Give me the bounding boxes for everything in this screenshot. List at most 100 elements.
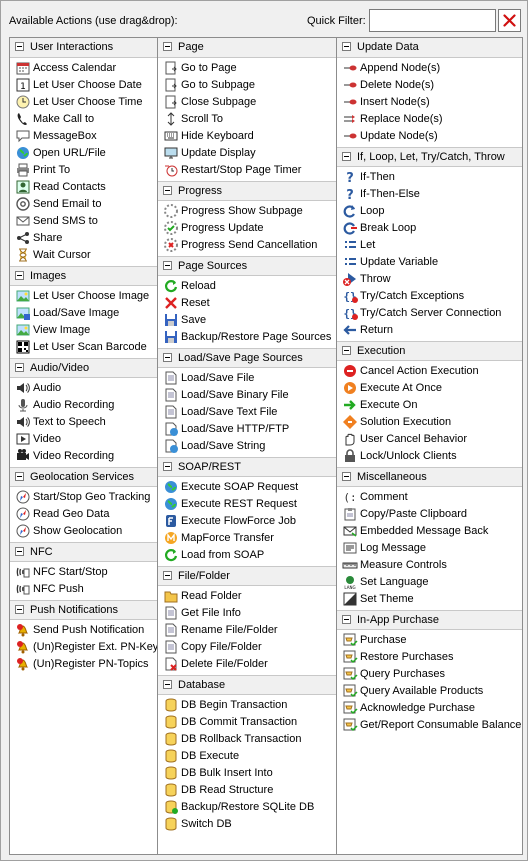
action-purchase[interactable]: Purchase: [337, 632, 522, 649]
action-delete-file-folder[interactable]: Delete File/Folder: [158, 656, 336, 673]
section-header[interactable]: Progress: [158, 181, 336, 201]
action-wait-cursor[interactable]: Wait Cursor: [10, 247, 157, 264]
action-replace-node-s[interactable]: Replace Node(s): [337, 111, 522, 128]
action-un-register-ext-pn-key[interactable]: (Un)Register Ext. PN-Key: [10, 639, 157, 656]
collapse-icon[interactable]: [163, 679, 172, 689]
action-update-node-s[interactable]: Update Node(s): [337, 128, 522, 145]
collapse-icon[interactable]: [15, 471, 24, 481]
section-header[interactable]: Page: [158, 38, 336, 58]
action-return[interactable]: Return: [337, 322, 522, 339]
action-let[interactable]: Let: [337, 237, 522, 254]
collapse-icon[interactable]: [163, 185, 172, 195]
action-share[interactable]: Share: [10, 230, 157, 247]
action-if-then[interactable]: ? If-Then: [337, 169, 522, 186]
action-reload[interactable]: Reload: [158, 278, 336, 295]
action-try-catch-exceptions[interactable]: {} Try/Catch Exceptions: [337, 288, 522, 305]
action-throw[interactable]: Throw: [337, 271, 522, 288]
action-user-cancel-behavior[interactable]: User Cancel Behavior: [337, 431, 522, 448]
action-reset[interactable]: Reset: [158, 295, 336, 312]
action-let-user-choose-time[interactable]: Let User Choose Time: [10, 94, 157, 111]
clear-filter-button[interactable]: [498, 9, 521, 32]
action-rename-file-folder[interactable]: Rename File/Folder: [158, 622, 336, 639]
action-db-commit-transaction[interactable]: DB Commit Transaction: [158, 714, 336, 731]
action-access-calendar[interactable]: Access Calendar: [10, 60, 157, 77]
action-set-language[interactable]: LANG Set Language: [337, 574, 522, 591]
action-open-url-file[interactable]: Open URL/File: [10, 145, 157, 162]
action-load-save-file[interactable]: Load/Save File: [158, 370, 336, 387]
action-set-theme[interactable]: Set Theme: [337, 591, 522, 608]
collapse-icon[interactable]: [15, 604, 24, 614]
action-audio-recording[interactable]: Audio Recording: [10, 397, 157, 414]
action-copy-file-folder[interactable]: Copy File/Folder: [158, 639, 336, 656]
action-load-save-http-ftp[interactable]: Load/Save HTTP/FTP: [158, 421, 336, 438]
action-let-user-choose-date[interactable]: 1 Let User Choose Date: [10, 77, 157, 94]
action-loop[interactable]: Loop: [337, 203, 522, 220]
action-go-to-page[interactable]: Go to Page: [158, 60, 336, 77]
action-update-variable[interactable]: Update Variable: [337, 254, 522, 271]
collapse-icon[interactable]: [163, 352, 172, 362]
action-send-sms-to[interactable]: Send SMS to: [10, 213, 157, 230]
action-solution-execution[interactable]: Solution Execution: [337, 414, 522, 431]
action-make-call-to[interactable]: Make Call to: [10, 111, 157, 128]
action-progress-show-subpage[interactable]: Progress Show Subpage: [158, 203, 336, 220]
action-execute-rest-request[interactable]: Execute REST Request: [158, 496, 336, 513]
action-scroll-to[interactable]: Scroll To: [158, 111, 336, 128]
section-header[interactable]: NFC: [10, 542, 157, 562]
action-view-image[interactable]: View Image: [10, 322, 157, 339]
section-header[interactable]: File/Folder: [158, 566, 336, 586]
action-send-email-to[interactable]: Send Email to: [10, 196, 157, 213]
action-execute-at-once[interactable]: Execute At Once: [337, 380, 522, 397]
action-hide-keyboard[interactable]: Hide Keyboard: [158, 128, 336, 145]
action-execute-flowforce-job[interactable]: Execute FlowForce Job: [158, 513, 336, 530]
collapse-icon[interactable]: [15, 546, 24, 556]
action-acknowledge-purchase[interactable]: Acknowledge Purchase: [337, 700, 522, 717]
section-header[interactable]: Page Sources: [158, 256, 336, 276]
action-read-geo-data[interactable]: Read Geo Data: [10, 506, 157, 523]
action-db-bulk-insert-into[interactable]: DB Bulk Insert Into: [158, 765, 336, 782]
action-copy-paste-clipboard[interactable]: Copy/Paste Clipboard: [337, 506, 522, 523]
action-load-from-soap[interactable]: Load from SOAP: [158, 547, 336, 564]
action-progress-update[interactable]: Progress Update: [158, 220, 336, 237]
collapse-icon[interactable]: [163, 461, 172, 471]
action-send-push-notification[interactable]: Send Push Notification: [10, 622, 157, 639]
collapse-icon[interactable]: [342, 41, 351, 51]
action-load-save-string[interactable]: Load/Save String: [158, 438, 336, 455]
action-video[interactable]: Video: [10, 431, 157, 448]
section-header[interactable]: Miscellaneous: [337, 467, 522, 487]
section-header[interactable]: Push Notifications: [10, 600, 157, 620]
action-let-user-scan-barcode[interactable]: Let User Scan Barcode: [10, 339, 157, 356]
action-try-catch-server-connection[interactable]: {} Try/Catch Server Connection: [337, 305, 522, 322]
action-get-file-info[interactable]: Get File Info: [158, 605, 336, 622]
collapse-icon[interactable]: [15, 41, 24, 51]
action-close-subpage[interactable]: Close Subpage: [158, 94, 336, 111]
action-execute-soap-request[interactable]: Execute SOAP Request: [158, 479, 336, 496]
section-header[interactable]: User Interactions: [10, 38, 157, 58]
action-let-user-choose-image[interactable]: Let User Choose Image: [10, 288, 157, 305]
action-backup-restore-sqlite-db[interactable]: Backup/Restore SQLite DB: [158, 799, 336, 816]
collapse-icon[interactable]: [15, 270, 24, 280]
collapse-icon[interactable]: [342, 471, 351, 481]
action-progress-send-cancellation[interactable]: Progress Send Cancellation: [158, 237, 336, 254]
action-delete-node-s[interactable]: Delete Node(s): [337, 77, 522, 94]
action-execute-on[interactable]: Execute On: [337, 397, 522, 414]
action-read-folder[interactable]: Read Folder: [158, 588, 336, 605]
action-db-read-structure[interactable]: DB Read Structure: [158, 782, 336, 799]
action-comment[interactable]: (: Comment: [337, 489, 522, 506]
action-restart-stop-page-timer[interactable]: Restart/Stop Page Timer: [158, 162, 336, 179]
action-query-purchases[interactable]: Query Purchases: [337, 666, 522, 683]
action-insert-node-s[interactable]: Insert Node(s): [337, 94, 522, 111]
collapse-icon[interactable]: [342, 345, 351, 355]
collapse-icon[interactable]: [342, 614, 351, 624]
action-cancel-action-execution[interactable]: Cancel Action Execution: [337, 363, 522, 380]
action-get-report-consumable-balance[interactable]: Get/Report Consumable Balance: [337, 717, 522, 734]
action-if-then-else[interactable]: ? If-Then-Else: [337, 186, 522, 203]
section-header[interactable]: In-App Purchase: [337, 610, 522, 630]
action-measure-controls[interactable]: Measure Controls: [337, 557, 522, 574]
action-embedded-message-back[interactable]: Embedded Message Back: [337, 523, 522, 540]
action-backup-restore-page-sources[interactable]: Backup/Restore Page Sources: [158, 329, 336, 346]
section-header[interactable]: Load/Save Page Sources: [158, 348, 336, 368]
action-load-save-image[interactable]: Load/Save Image: [10, 305, 157, 322]
action-db-rollback-transaction[interactable]: DB Rollback Transaction: [158, 731, 336, 748]
action-print-to[interactable]: Print To: [10, 162, 157, 179]
section-header[interactable]: Geolocation Services: [10, 467, 157, 487]
